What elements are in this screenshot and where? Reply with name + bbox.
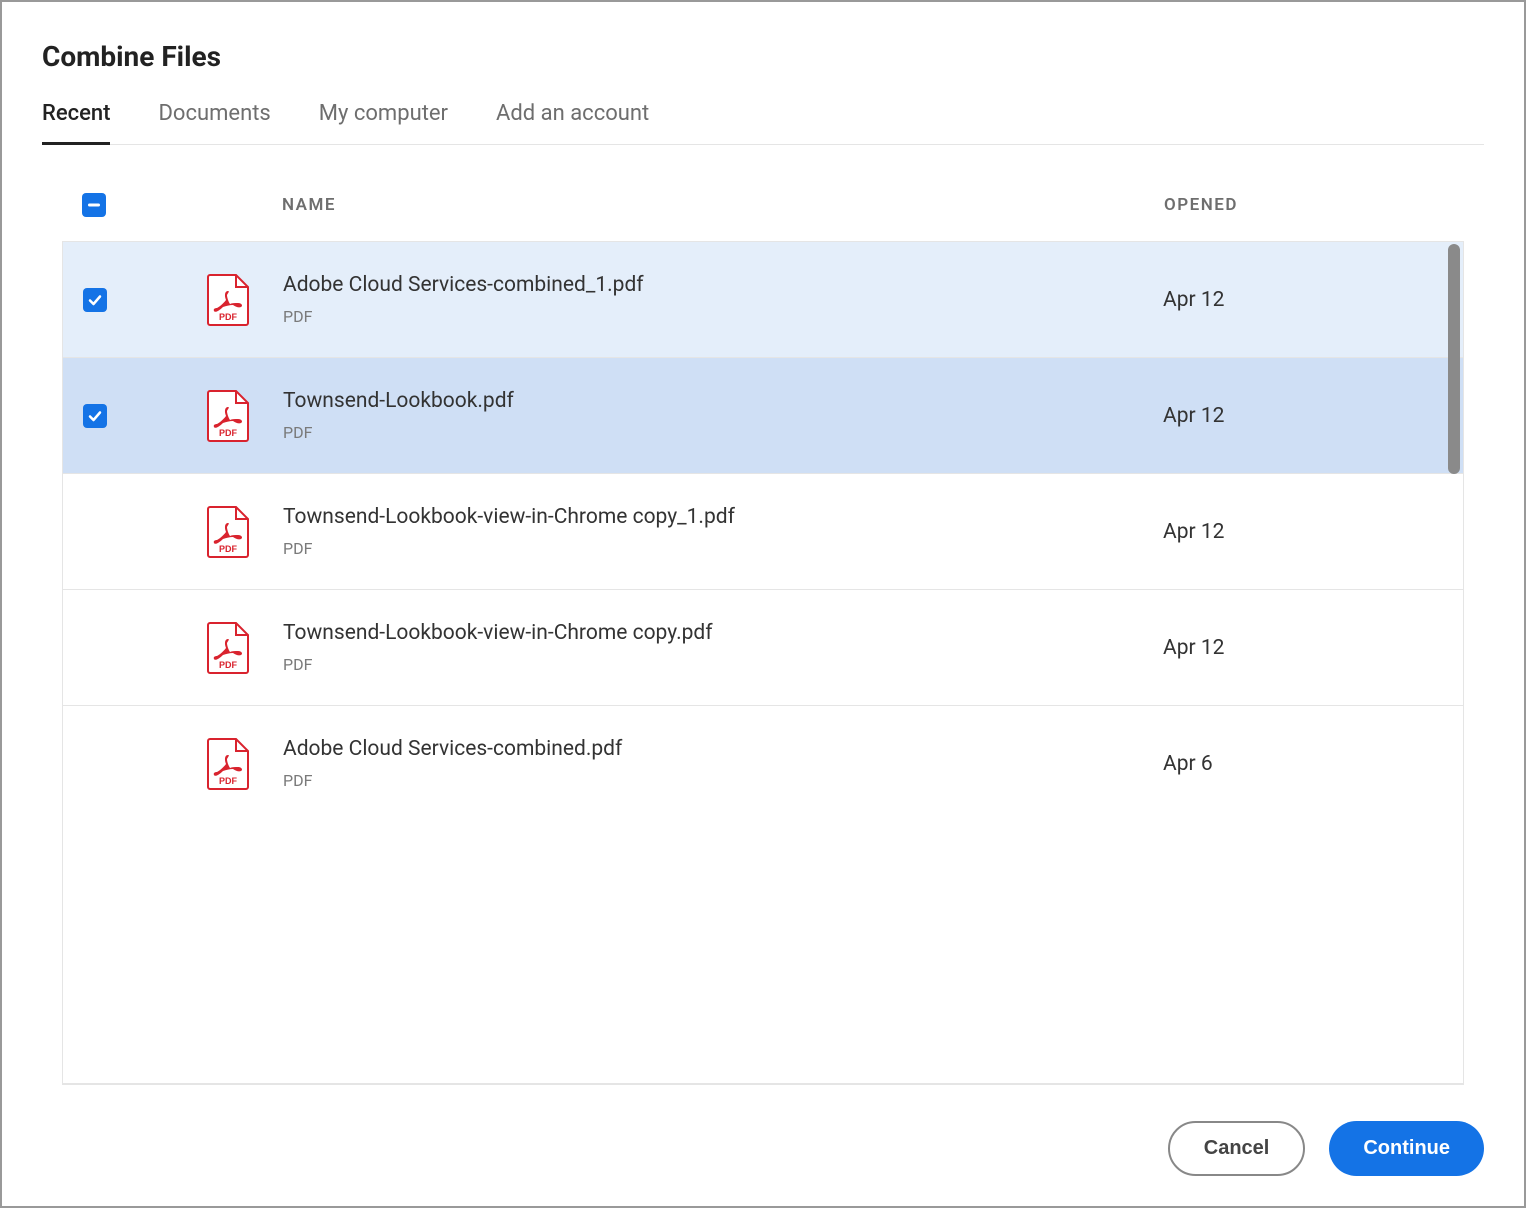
column-header-opened[interactable]: OPENED bbox=[1164, 195, 1238, 215]
file-name: Adobe Cloud Services-combined.pdf bbox=[283, 737, 1163, 761]
file-opened-date: Apr 12 bbox=[1163, 520, 1224, 544]
tab-add-an-account[interactable]: Add an account bbox=[496, 101, 649, 144]
file-checkbox[interactable] bbox=[83, 404, 107, 428]
pdf-file-icon: PDF bbox=[206, 737, 250, 791]
svg-text:PDF: PDF bbox=[219, 428, 238, 438]
tabs: Recent Documents My computer Add an account bbox=[42, 101, 1484, 145]
continue-button[interactable]: Continue bbox=[1329, 1121, 1484, 1176]
checkmark-icon bbox=[87, 408, 103, 424]
pdf-file-icon: PDF bbox=[206, 505, 250, 559]
svg-text:PDF: PDF bbox=[219, 544, 238, 554]
file-checkbox[interactable] bbox=[83, 288, 107, 312]
file-name: Townsend-Lookbook-view-in-Chrome copy.pd… bbox=[283, 621, 1163, 645]
select-all-checkbox[interactable] bbox=[82, 193, 106, 217]
file-type: PDF bbox=[283, 307, 1163, 326]
file-row[interactable]: PDF Adobe Cloud Services-combined.pdf PDF… bbox=[63, 705, 1463, 821]
pdf-file-icon: PDF bbox=[206, 621, 250, 675]
file-opened-date: Apr 12 bbox=[1163, 404, 1224, 428]
file-name: Townsend-Lookbook-view-in-Chrome copy_1.… bbox=[283, 505, 1163, 529]
tab-documents[interactable]: Documents bbox=[158, 101, 270, 144]
svg-text:PDF: PDF bbox=[219, 660, 238, 670]
file-type: PDF bbox=[283, 655, 1163, 674]
svg-text:PDF: PDF bbox=[219, 776, 238, 786]
file-rows: PDF Adobe Cloud Services-combined_1.pdf P… bbox=[62, 241, 1464, 1084]
file-opened-date: Apr 6 bbox=[1163, 752, 1213, 776]
file-opened-date: Apr 12 bbox=[1163, 288, 1224, 312]
pdf-file-icon: PDF bbox=[206, 273, 250, 327]
file-row[interactable]: PDF Townsend-Lookbook-view-in-Chrome cop… bbox=[63, 589, 1463, 705]
pdf-file-icon: PDF bbox=[206, 389, 250, 443]
tab-recent[interactable]: Recent bbox=[42, 101, 110, 144]
file-name: Adobe Cloud Services-combined_1.pdf bbox=[283, 273, 1163, 297]
column-header-name[interactable]: NAME bbox=[282, 195, 336, 215]
file-name: Townsend-Lookbook.pdf bbox=[283, 389, 1163, 413]
list-header: NAME OPENED bbox=[62, 173, 1464, 241]
file-list: NAME OPENED PDF Adobe Cloud Services-com… bbox=[62, 173, 1464, 1085]
indeterminate-icon bbox=[87, 198, 101, 212]
file-type: PDF bbox=[283, 423, 1163, 442]
file-opened-date: Apr 12 bbox=[1163, 636, 1224, 660]
svg-text:PDF: PDF bbox=[219, 312, 238, 322]
dialog-title: Combine Files bbox=[42, 40, 1484, 73]
file-type: PDF bbox=[283, 539, 1163, 558]
file-row[interactable]: PDF Townsend-Lookbook.pdfPDFApr 12 bbox=[63, 357, 1463, 473]
file-row[interactable]: PDF Adobe Cloud Services-combined_1.pdf P… bbox=[63, 241, 1463, 357]
file-row[interactable]: PDF Townsend-Lookbook-view-in-Chrome cop… bbox=[63, 473, 1463, 589]
dialog-footer: Cancel Continue bbox=[42, 1085, 1484, 1176]
file-type: PDF bbox=[283, 771, 1163, 790]
scrollbar-thumb[interactable] bbox=[1448, 244, 1460, 474]
cancel-button[interactable]: Cancel bbox=[1168, 1121, 1306, 1176]
tab-my-computer[interactable]: My computer bbox=[319, 101, 448, 144]
checkmark-icon bbox=[87, 292, 103, 308]
